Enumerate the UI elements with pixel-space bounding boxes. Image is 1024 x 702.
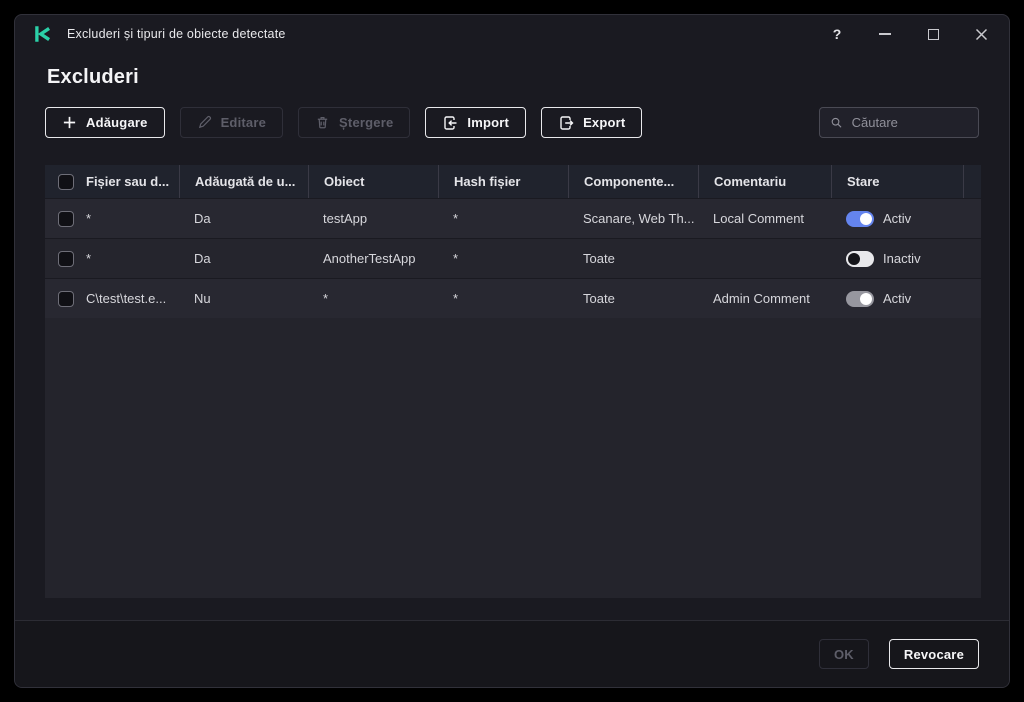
minimize-icon[interactable]: [877, 26, 893, 42]
row-checkbox[interactable]: [58, 251, 74, 267]
table-row[interactable]: * Da testApp * Scanare, Web Th... Local …: [45, 198, 981, 238]
cell-hash: *: [438, 251, 568, 266]
delete-button: Ștergere: [298, 107, 410, 138]
cell-components: Toate: [568, 251, 698, 266]
state-label: Activ: [883, 291, 911, 306]
cell-object: *: [308, 291, 438, 306]
state-label: Activ: [883, 211, 911, 226]
cell-components: Toate: [568, 291, 698, 306]
import-icon: [442, 115, 458, 131]
column-header-spacer: [963, 165, 981, 198]
cell-file: C\test\test.e...: [83, 291, 179, 306]
cell-object: testApp: [308, 211, 438, 226]
cell-added-by: Da: [179, 211, 308, 226]
column-header-file[interactable]: Fișier sau d...: [83, 165, 179, 198]
select-all-cell: [45, 165, 83, 198]
cancel-button[interactable]: Revocare: [889, 639, 979, 669]
search-icon: [830, 115, 843, 130]
row-checkbox[interactable]: [58, 291, 74, 307]
row-checkbox[interactable]: [58, 211, 74, 227]
import-button[interactable]: Import: [425, 107, 526, 138]
kaspersky-logo-icon: [33, 24, 53, 44]
search-box[interactable]: [819, 107, 979, 138]
cell-comment: Admin Comment: [698, 291, 831, 306]
cell-comment: Local Comment: [698, 211, 831, 226]
column-header-components[interactable]: Componente...: [568, 165, 698, 198]
search-input[interactable]: [852, 115, 968, 130]
ok-button: OK: [819, 639, 869, 669]
toolbar: Adăugare Editare Ștergere Import Export: [45, 107, 979, 138]
column-header-added-by[interactable]: Adăugată de u...: [179, 165, 308, 198]
maximize-icon[interactable]: [925, 26, 941, 42]
edit-button: Editare: [180, 107, 283, 138]
exclusions-table: Fișier sau d... Adăugată de u... Obiect …: [45, 165, 981, 598]
footer-bar: OK Revocare: [15, 620, 1009, 687]
pencil-icon: [197, 115, 212, 130]
cell-state: Inactiv: [831, 251, 963, 267]
state-toggle[interactable]: [846, 251, 874, 267]
cell-hash: *: [438, 211, 568, 226]
column-header-comment[interactable]: Comentariu: [698, 165, 831, 198]
close-icon[interactable]: [973, 26, 989, 42]
column-header-hash[interactable]: Hash fișier: [438, 165, 568, 198]
cell-state: Activ: [831, 291, 963, 307]
state-toggle[interactable]: [846, 211, 874, 227]
app-window: Excluderi și tipuri de obiecte detectate…: [14, 14, 1010, 688]
cell-state: Activ: [831, 211, 963, 227]
cell-hash: *: [438, 291, 568, 306]
select-all-checkbox[interactable]: [58, 174, 74, 190]
column-header-object[interactable]: Obiect: [308, 165, 438, 198]
table-row[interactable]: C\test\test.e... Nu * * Toate Admin Comm…: [45, 278, 981, 318]
cell-file: *: [83, 251, 179, 266]
column-header-state[interactable]: Stare: [831, 165, 963, 198]
state-label: Inactiv: [883, 251, 921, 266]
title-bar: Excluderi și tipuri de obiecte detectate…: [15, 15, 1009, 53]
window-controls: ?: [829, 26, 989, 42]
page-title: Excluderi: [47, 66, 1009, 89]
cell-components: Scanare, Web Th...: [568, 211, 698, 226]
trash-icon: [315, 115, 330, 130]
table-header-row: Fișier sau d... Adăugată de u... Obiect …: [45, 165, 981, 198]
add-button[interactable]: Adăugare: [45, 107, 165, 138]
table-empty-area: [45, 318, 981, 598]
cell-object: AnotherTestApp: [308, 251, 438, 266]
plus-icon: [62, 115, 77, 130]
help-icon[interactable]: ?: [829, 26, 845, 42]
window-title: Excluderi și tipuri de obiecte detectate: [67, 27, 286, 41]
export-button[interactable]: Export: [541, 107, 642, 138]
cell-added-by: Da: [179, 251, 308, 266]
export-icon: [558, 115, 574, 131]
cell-file: *: [83, 211, 179, 226]
state-toggle[interactable]: [846, 291, 874, 307]
table-row[interactable]: * Da AnotherTestApp * Toate Inactiv: [45, 238, 981, 278]
cell-added-by: Nu: [179, 291, 308, 306]
